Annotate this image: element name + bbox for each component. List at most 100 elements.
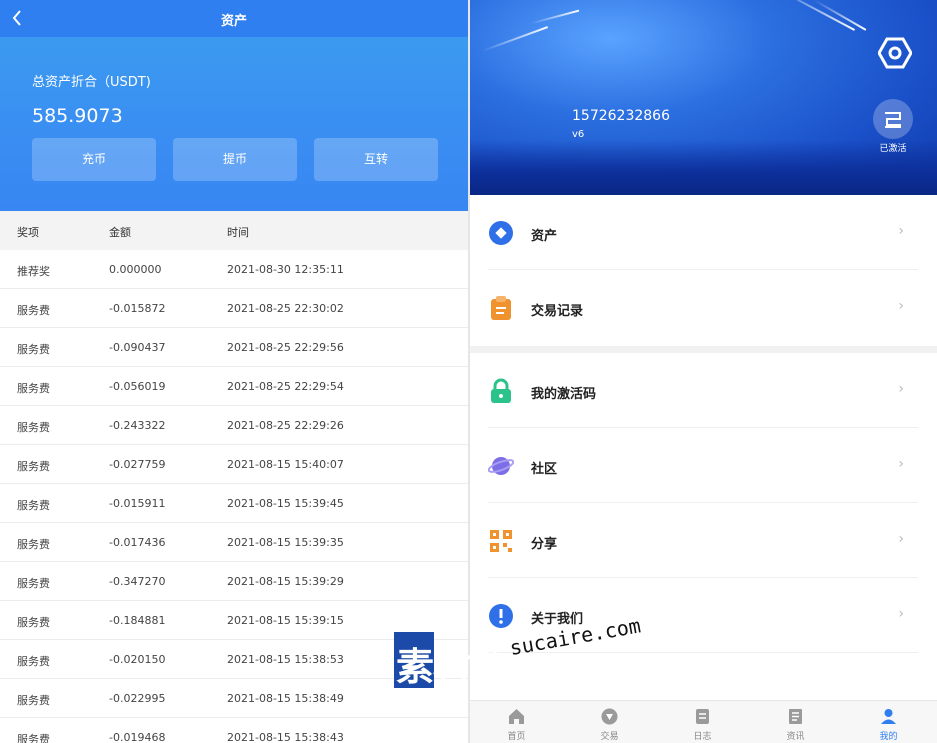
total-asset-value: 585.9073 bbox=[32, 105, 123, 127]
section-separator bbox=[470, 346, 937, 353]
planet-icon bbox=[487, 453, 515, 479]
cell-time: 2021-08-25 22:29:54 bbox=[227, 380, 344, 393]
menu-item-assets[interactable]: 资产 › bbox=[488, 195, 918, 270]
cell-time: 2021-08-15 15:38:53 bbox=[227, 653, 344, 666]
cell-amount: -0.056019 bbox=[109, 380, 166, 393]
table-row: 服务费 -0.027759 2021-08-15 15:40:07 bbox=[0, 445, 468, 484]
cell-time: 2021-08-15 15:39:29 bbox=[227, 575, 344, 588]
cell-type: 服务费 bbox=[17, 382, 50, 395]
home-icon bbox=[509, 709, 524, 724]
activated-label: 已激活 bbox=[879, 144, 907, 154]
menu-item-share[interactable]: 分享 › bbox=[488, 503, 918, 578]
cell-time: 2021-08-30 12:35:11 bbox=[227, 263, 344, 276]
cell-type: 服务费 bbox=[17, 694, 50, 707]
tab-home[interactable]: 首页 bbox=[470, 701, 563, 743]
watermark-chinese: 素材熱 bbox=[396, 645, 508, 689]
table-row: 服务费 -0.347270 2021-08-15 15:39:29 bbox=[0, 562, 468, 601]
log-icon bbox=[696, 709, 709, 724]
menu-label: 交易记录 bbox=[531, 304, 584, 319]
table-row: 服务费 -0.090437 2021-08-25 22:29:56 bbox=[0, 328, 468, 367]
menu-label: 社区 bbox=[531, 462, 558, 477]
transfer-button[interactable]: 互转 bbox=[314, 138, 438, 181]
qrcode-icon bbox=[488, 528, 514, 554]
cell-type: 服务费 bbox=[17, 538, 50, 551]
withdraw-button[interactable]: 提币 bbox=[173, 138, 297, 181]
lock-icon bbox=[488, 378, 514, 404]
tab-trade[interactable]: 交易 bbox=[563, 701, 656, 743]
cell-time: 2021-08-15 15:40:07 bbox=[227, 458, 344, 471]
cell-amount: 0.000000 bbox=[109, 263, 162, 276]
cell-time: 2021-08-15 15:39:45 bbox=[227, 497, 344, 510]
activated-badge[interactable] bbox=[873, 99, 913, 139]
column-header-type: 奖项 bbox=[17, 226, 39, 239]
light-streak bbox=[530, 9, 580, 25]
menu-item-community[interactable]: 社区 › bbox=[487, 428, 918, 503]
tab-label: 日志 bbox=[693, 732, 712, 742]
cell-type: 服务费 bbox=[17, 460, 50, 473]
table-row: 服务费 -0.056019 2021-08-25 22:29:54 bbox=[0, 367, 468, 406]
chevron-right-icon: › bbox=[898, 606, 904, 622]
tab-log[interactable]: 日志 bbox=[656, 701, 749, 743]
column-header-time: 时间 bbox=[227, 226, 249, 239]
banner-wave bbox=[470, 140, 937, 195]
page-title: 资产 bbox=[220, 14, 247, 29]
menu-item-activation-code[interactable]: 我的激活码 › bbox=[488, 353, 918, 428]
chevron-right-icon: › bbox=[898, 223, 904, 239]
cell-type: 服务费 bbox=[17, 655, 50, 668]
table-row: 服务费 -0.017436 2021-08-15 15:39:35 bbox=[0, 523, 468, 562]
cell-type: 服务费 bbox=[17, 577, 50, 590]
table-row: 推荐奖 0.000000 2021-08-30 12:35:11 bbox=[0, 250, 468, 289]
bottom-tab-bar: 首页 交易 日志 资讯 我的 bbox=[470, 700, 937, 743]
cell-amount: -0.347270 bbox=[109, 575, 166, 588]
menu-label: 分享 bbox=[531, 537, 558, 552]
menu-item-trade-records[interactable]: 交易记录 › bbox=[488, 270, 918, 345]
cell-time: 2021-08-15 15:39:15 bbox=[227, 614, 344, 627]
cell-amount: -0.022995 bbox=[109, 692, 166, 705]
nav-bar: 资产 bbox=[0, 0, 468, 37]
tab-news[interactable]: 资讯 bbox=[749, 701, 842, 743]
cell-amount: -0.027759 bbox=[109, 458, 166, 471]
cell-amount: -0.243322 bbox=[109, 419, 166, 432]
table-header: 奖项 金额 时间 bbox=[0, 211, 468, 250]
clipboard-icon bbox=[488, 295, 514, 321]
cell-time: 2021-08-15 15:38:49 bbox=[227, 692, 344, 705]
cell-amount: -0.020150 bbox=[109, 653, 166, 666]
user-icon bbox=[881, 709, 896, 724]
cell-amount: -0.019468 bbox=[109, 731, 166, 743]
cell-amount: -0.184881 bbox=[109, 614, 166, 627]
cell-time: 2021-08-25 22:29:26 bbox=[227, 419, 344, 432]
cell-type: 服务费 bbox=[17, 616, 50, 629]
watermark-logo: 素材熱 sucaire.com bbox=[394, 613, 642, 694]
tab-mine[interactable]: 我的 bbox=[842, 701, 935, 743]
settings-icon[interactable] bbox=[877, 36, 913, 70]
chevron-right-icon: › bbox=[898, 381, 904, 397]
cell-type: 服务费 bbox=[17, 343, 50, 356]
cell-time: 2021-08-15 15:38:43 bbox=[227, 731, 344, 743]
cell-amount: -0.015872 bbox=[109, 302, 166, 315]
tab-label: 资讯 bbox=[786, 732, 805, 742]
cell-type: 服务费 bbox=[17, 499, 50, 512]
table-row: 服务费 -0.243322 2021-08-25 22:29:26 bbox=[0, 406, 468, 445]
table-row: 服务费 -0.015872 2021-08-25 22:30:02 bbox=[0, 289, 468, 328]
news-icon bbox=[789, 709, 802, 724]
cell-type: 服务费 bbox=[17, 733, 50, 743]
tab-label: 交易 bbox=[600, 732, 619, 742]
light-streak bbox=[813, 0, 867, 31]
user-phone: 15726232866 bbox=[572, 108, 670, 124]
activated-icon bbox=[885, 112, 901, 128]
cell-time: 2021-08-25 22:30:02 bbox=[227, 302, 344, 315]
column-header-amount: 金额 bbox=[109, 226, 131, 239]
deposit-button[interactable]: 充币 bbox=[32, 138, 156, 181]
cell-type: 服务费 bbox=[17, 421, 50, 434]
chevron-right-icon: › bbox=[898, 456, 904, 472]
cell-amount: -0.017436 bbox=[109, 536, 166, 549]
light-streak bbox=[481, 26, 549, 52]
cell-amount: -0.015911 bbox=[109, 497, 166, 510]
table-row: 服务费 -0.015911 2021-08-15 15:39:45 bbox=[0, 484, 468, 523]
asset-summary: 总资产折合（USDT) 585.9073 充币 提币 互转 bbox=[0, 37, 468, 211]
cell-type: 推荐奖 bbox=[17, 265, 50, 278]
chevron-right-icon: › bbox=[898, 531, 904, 547]
info-icon bbox=[488, 603, 514, 629]
asset-icon bbox=[488, 220, 514, 246]
trade-icon bbox=[601, 708, 618, 725]
